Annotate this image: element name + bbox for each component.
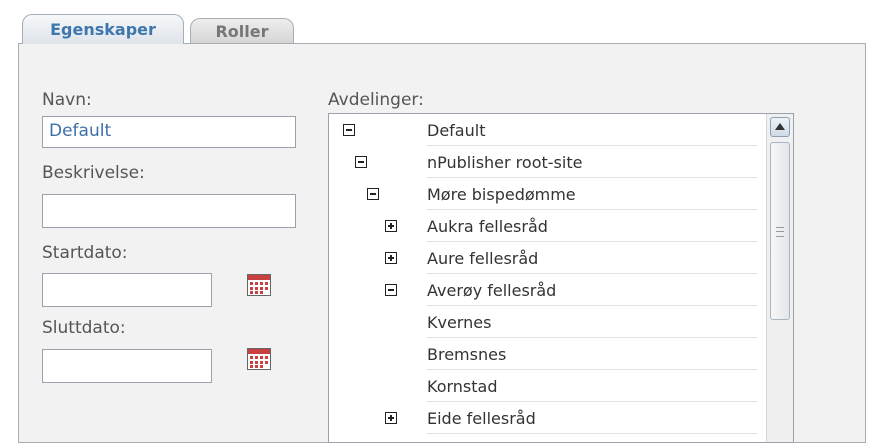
tree-item-label: Bremsnes (427, 345, 757, 370)
tree-item-label: Kornstad (427, 377, 757, 402)
minus-square-icon[interactable] (355, 156, 367, 168)
tree-item-label: Averøy fellesråd (427, 281, 757, 306)
tree-item-label: Eide fellesråd (427, 409, 757, 434)
start-date-label: Startdato: (42, 243, 128, 263)
tab-roller-label: Roller (215, 22, 269, 41)
scroll-thumb[interactable] (770, 142, 790, 320)
description-label: Beskrivelse: (42, 163, 145, 183)
tree-item-label: Aukra fellesråd (427, 217, 757, 242)
name-label: Navn: (42, 90, 92, 110)
calendar-icon[interactable] (247, 348, 271, 370)
minus-square-icon[interactable] (385, 284, 397, 296)
plus-square-icon[interactable] (385, 252, 397, 264)
tab-roller[interactable]: Roller (190, 18, 294, 44)
tree-scrollbar[interactable] (766, 114, 793, 442)
end-date-field[interactable] (42, 349, 212, 383)
tree-item-label: nPublisher root-site (427, 153, 757, 178)
scroll-up-arrow-icon[interactable] (770, 117, 790, 137)
departments-label: Avdelinger: (328, 90, 424, 110)
minus-square-icon[interactable] (343, 124, 355, 136)
tab-egenskaper-label: Egenskaper (50, 20, 156, 39)
grip-icon (776, 227, 784, 237)
name-field[interactable]: Default (42, 116, 296, 148)
description-field[interactable] (42, 194, 296, 228)
name-field-value: Default (49, 121, 112, 141)
minus-square-icon[interactable] (367, 188, 379, 200)
plus-square-icon[interactable] (385, 412, 397, 424)
tree-item-label: Aure fellesråd (427, 249, 757, 274)
plus-square-icon[interactable] (385, 220, 397, 232)
tree-item-label: Kvernes (427, 313, 757, 338)
start-date-field[interactable] (42, 273, 212, 307)
end-date-label: Sluttdato: (42, 318, 126, 338)
tree-item-label: Default (427, 121, 757, 146)
calendar-icon[interactable] (247, 274, 271, 296)
departments-tree[interactable]: Default nPublisher root-site Møre bisped… (328, 113, 794, 443)
tab-egenskaper[interactable]: Egenskaper (22, 14, 184, 44)
tree-item-label: Møre bispedømme (427, 185, 757, 210)
